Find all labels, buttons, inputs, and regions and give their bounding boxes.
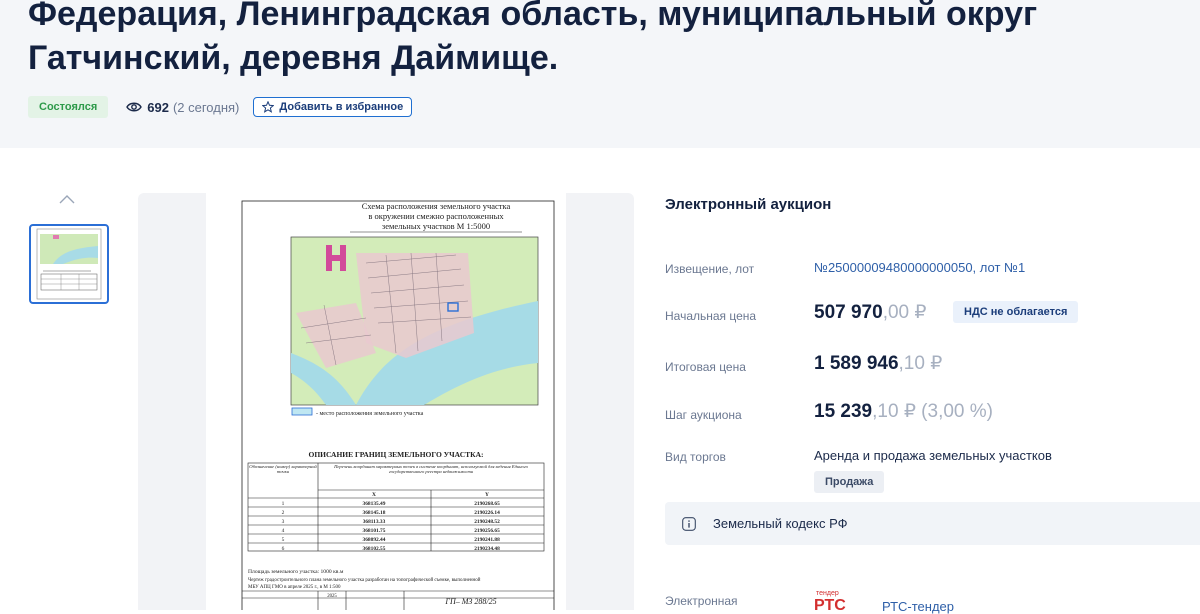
thumbnail-preview [36, 228, 102, 300]
final-price-kop: ,10 ₽ [898, 353, 943, 374]
start-price-kop: ,00 ₽ [882, 302, 927, 323]
coord-cell-y: 2190256.65 [474, 528, 500, 534]
platform-link[interactable]: РТС-тендер [882, 599, 954, 614]
views-counter: 692 (2 сегодня) [126, 100, 239, 115]
final-price-value: 1 589 946,10 ₽ [814, 352, 942, 375]
scheme-title-3: земельных участков М 1:5000 [382, 221, 490, 231]
page-title-line-2: Гатчинский, деревня Даймище. [28, 39, 559, 77]
coord-cell-x: 368092.44 [363, 537, 386, 543]
col2-header: Перечень координат характерных точек в с… [334, 464, 528, 475]
page-title: Федерация, Ленинградская область, муници… [28, 0, 1188, 80]
logo-top: тендер [816, 590, 839, 597]
notice-label: Извещение, лот [665, 262, 755, 276]
auction-type: Электронный аукцион [665, 196, 832, 213]
start-price-main: 507 970 [814, 302, 883, 323]
lot-meta-row: Состоялся 692 (2 сегодня) Добавить в изб… [28, 95, 413, 119]
coord-cell-x: 368135.49 [363, 501, 386, 507]
coord-cell-n: 1 [282, 501, 285, 507]
coord-cell-y: 2190268.65 [474, 501, 500, 507]
add-to-favorites-button[interactable]: Добавить в избранное [253, 97, 413, 117]
status-badge: Состоялся [28, 96, 109, 118]
coord-cell-x: 368113.33 [363, 519, 386, 525]
legend-text: - место расположения земельного участка [316, 411, 424, 417]
coord-cell-y: 2190248.52 [474, 519, 500, 525]
coord-cell-n: 2 [282, 510, 285, 516]
star-icon [262, 101, 275, 113]
views-today: (2 сегодня) [172, 99, 240, 115]
vat-badge: НДС не облагается [953, 301, 1079, 323]
coord-cell-n: 5 [282, 537, 285, 543]
logo-main: РТС [814, 597, 846, 610]
sale-badge: Продажа [814, 471, 885, 493]
start-price-label: Начальная цена [665, 309, 757, 323]
y-header: Y [485, 492, 489, 498]
law-info-box: Земельный кодекс РФ [665, 502, 1200, 545]
coord-cell-n: 3 [282, 519, 285, 525]
document-viewer[interactable]: Схема расположения земельного участка в … [138, 193, 634, 610]
views-count: 692 [147, 99, 169, 115]
coord-cell-x: 368145.18 [363, 510, 386, 516]
final-price-main: 1 589 946 [814, 353, 899, 374]
boundaries-title: ОПИСАНИЕ ГРАНИЦ ЗЕМЕЛЬНОГО УЧАСТКА: [309, 450, 484, 459]
land-plot-scheme: Схема расположения земельного участка в … [241, 200, 555, 610]
scheme-title-2: в окружении смежно расположенных [368, 211, 504, 221]
coord-cell-y: 2190234.48 [474, 546, 500, 552]
page-title-line-1: Федерация, Ленинградская область, муници… [28, 0, 1038, 33]
step-kop: ,10 ₽ (3,00 %) [872, 401, 993, 422]
coord-cell-x: 368101.75 [363, 528, 386, 534]
chevron-up-icon[interactable] [58, 193, 76, 205]
gallery-thumbnail[interactable] [29, 224, 109, 304]
document-sheet: Схема расположения земельного участка в … [206, 193, 566, 610]
trade-type-label: Вид торгов [665, 450, 726, 464]
coord-cell-x: 368102.55 [363, 546, 386, 552]
coordinates-rows: 1 368135.49 2190268.65 2 368145.18 2190226.14… [282, 501, 500, 552]
coord-cell-y: 2190226.14 [474, 510, 500, 516]
step-main: 15 239 [814, 401, 873, 422]
notice-link[interactable]: №25000009480000000050, лот №1 [814, 260, 1025, 275]
area-note: Площадь земельного участка: 1000 кв.м [248, 569, 344, 575]
start-price-value: 507 970,00 ₽ [814, 301, 926, 324]
platform-label: Электронная [665, 594, 738, 608]
step-label: Шаг аукциона [665, 408, 742, 422]
plan-note-2: МБУ АПЦ ГМО в апреле 2025 г., в М 1:500 [248, 585, 341, 590]
plan-note-1: Чертеж градостроительного плана земельно… [248, 578, 481, 583]
rts-tender-logo: тендер РТС [814, 590, 846, 610]
col1-header: Обозначение (номер) характерной точки [249, 464, 317, 475]
add-to-favorites-label: Добавить в избранное [279, 101, 404, 113]
info-icon [682, 516, 696, 531]
trade-type-value: Аренда и продажа земельных участков [814, 448, 1052, 463]
step-value: 15 239,10 ₽ (3,00 %) [814, 400, 993, 423]
lot-header: Федерация, Ленинградская область, муници… [0, 0, 1200, 148]
coord-cell-n: 6 [282, 546, 285, 552]
stamp-year: 2025 [327, 594, 337, 599]
x-header: X [372, 492, 376, 498]
scheme-map [290, 236, 539, 406]
law-text: Земельный кодекс РФ [713, 516, 848, 531]
coord-cell-n: 4 [282, 528, 285, 534]
doc-code: ГП– МЗ 288/25 [444, 597, 496, 606]
coord-cell-y: 2190241.88 [474, 537, 500, 543]
eye-icon [126, 102, 143, 112]
final-price-label: Итоговая цена [665, 360, 746, 374]
scheme-title-1: Схема расположения земельного участка [362, 201, 511, 211]
